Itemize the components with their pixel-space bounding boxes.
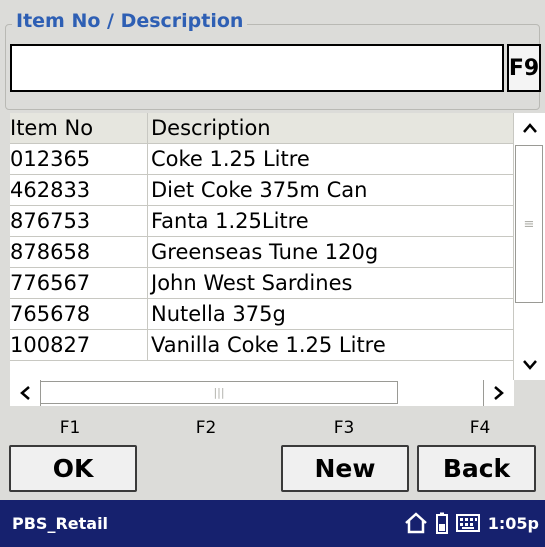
- cell-description: John West Sardines: [147, 267, 513, 299]
- battery-icon[interactable]: [435, 512, 448, 534]
- cell-item-no: 776567: [10, 267, 148, 299]
- scroll-up-button[interactable]: [514, 113, 545, 143]
- chevron-left-icon: [20, 386, 30, 400]
- table-row[interactable]: 878658 Greenseas Tune 120g: [10, 236, 513, 268]
- cell-item-no: 462833: [10, 174, 148, 206]
- cell-description: Coke 1.25 Litre: [147, 143, 513, 175]
- horizontal-scrollbar[interactable]: |||: [10, 380, 514, 406]
- table-row[interactable]: 100827 Vanilla Coke 1.25 Litre: [10, 329, 513, 361]
- table-row[interactable]: 462833 Diet Coke 375m Can: [10, 174, 513, 206]
- chevron-up-icon: [523, 123, 537, 133]
- column-header-item-no[interactable]: Item No: [10, 113, 148, 144]
- fkey-label-f4: F4: [469, 418, 491, 438]
- cell-item-no: 878658: [10, 236, 148, 268]
- table-row[interactable]: 776567 John West Sardines: [10, 267, 513, 299]
- items-table: Item No Description 012365 Coke 1.25 Lit…: [10, 113, 513, 361]
- cell-item-no: 876753: [10, 205, 148, 237]
- ok-button[interactable]: OK: [9, 445, 137, 492]
- grip-icon: ≡: [523, 216, 535, 232]
- table-row[interactable]: 012365 Coke 1.25 Litre: [10, 143, 513, 175]
- table-header-row: Item No Description: [10, 113, 513, 144]
- column-header-description[interactable]: Description: [147, 113, 513, 144]
- cell-item-no: 765678: [10, 298, 148, 330]
- items-grid[interactable]: Item No Description 012365 Coke 1.25 Lit…: [10, 113, 545, 380]
- scroll-left-button[interactable]: [10, 380, 41, 406]
- vertical-scroll-thumb[interactable]: ≡: [515, 145, 543, 303]
- system-tray: 1:05p: [404, 511, 539, 535]
- chevron-down-icon: [523, 360, 537, 370]
- new-button[interactable]: New: [281, 445, 409, 492]
- search-group-legend: Item No / Description: [12, 9, 248, 33]
- cell-description: Vanilla Coke 1.25 Litre: [147, 329, 513, 361]
- taskbar-app-name[interactable]: PBS_Retail: [12, 514, 108, 533]
- fkey-label-f2: F2: [195, 418, 217, 438]
- table-row[interactable]: 876753 Fanta 1.25Litre: [10, 205, 513, 237]
- horizontal-scroll-thumb[interactable]: |||: [40, 381, 398, 404]
- cell-description: Diet Coke 375m Can: [147, 174, 513, 206]
- cell-description: Nutella 375g: [147, 298, 513, 330]
- taskbar: PBS_Retail 1:05p: [0, 500, 545, 547]
- cell-description: Fanta 1.25Litre: [147, 205, 513, 237]
- scroll-right-button[interactable]: [483, 380, 514, 406]
- cell-description: Greenseas Tune 120g: [147, 236, 513, 268]
- fkey-label-f1: F1: [59, 418, 81, 438]
- home-icon[interactable]: [404, 512, 428, 534]
- back-button[interactable]: Back: [417, 445, 536, 492]
- cell-item-no: 012365: [10, 143, 148, 175]
- fkey-label-f3: F3: [333, 418, 355, 438]
- chevron-right-icon: [494, 386, 504, 400]
- f9-lookup-button[interactable]: F9: [507, 44, 541, 92]
- vertical-scrollbar[interactable]: ≡: [513, 113, 545, 380]
- grip-icon: |||: [213, 386, 225, 399]
- keyboard-icon[interactable]: [455, 514, 480, 532]
- table-row[interactable]: 765678 Nutella 375g: [10, 298, 513, 330]
- search-input[interactable]: [10, 44, 504, 92]
- taskbar-clock[interactable]: 1:05p: [488, 514, 539, 533]
- cell-item-no: 100827: [10, 329, 148, 361]
- scroll-down-button[interactable]: [514, 350, 545, 380]
- f2-empty-slot: [145, 445, 273, 492]
